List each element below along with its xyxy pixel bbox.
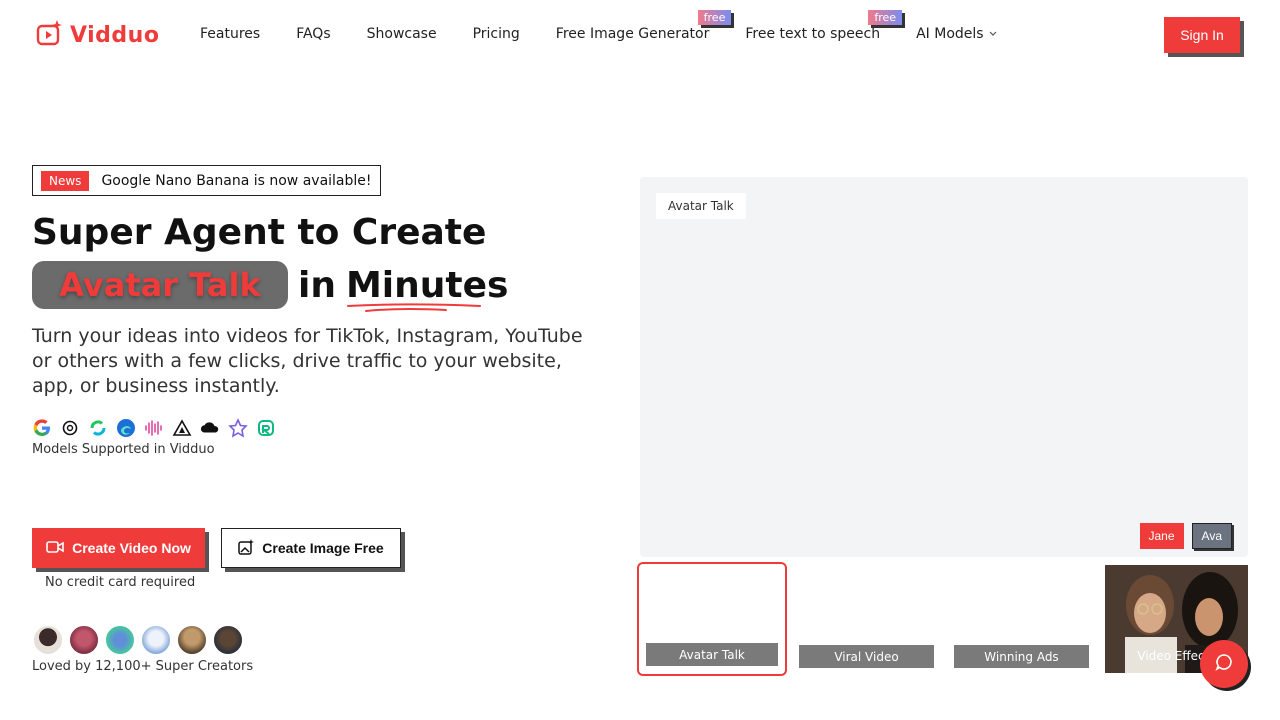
- nav-ai-models[interactable]: AI Models: [916, 26, 997, 42]
- star-icon: [228, 418, 248, 438]
- google-icon: [32, 418, 52, 438]
- nav-pricing[interactable]: Pricing: [473, 26, 520, 42]
- sign-in-button[interactable]: Sign In: [1164, 17, 1240, 53]
- main-nav: Features FAQs Showcase Pricing Free Imag…: [200, 10, 1034, 42]
- avatar: [140, 624, 172, 656]
- create-image-button[interactable]: Create Image Free: [221, 528, 401, 568]
- avatar: [212, 624, 244, 656]
- chevron-down-icon: [988, 26, 998, 42]
- headline-in: in: [298, 264, 336, 306]
- person-selector: Jane Ava: [1139, 523, 1232, 549]
- no-credit-card-note: No credit card required: [45, 575, 196, 590]
- chat-button[interactable]: [1200, 640, 1248, 688]
- avatar: [32, 624, 64, 656]
- headline-rotating-pill: Avatar Talk: [32, 261, 288, 309]
- nav-free-tts[interactable]: Free text to speech free: [745, 10, 903, 42]
- image-sparkle-icon: [238, 538, 255, 558]
- preview-tag: Avatar Talk: [656, 193, 746, 219]
- model-icons-row: [32, 418, 276, 438]
- nav-free-image-generator[interactable]: Free Image Generator free: [555, 10, 732, 42]
- person-jane-button[interactable]: Jane: [1139, 523, 1184, 549]
- headline-minutes: Minutes: [345, 264, 509, 312]
- headline-line1: Super Agent to Create: [32, 212, 487, 253]
- brand-name: Vidduo: [70, 22, 160, 48]
- create-video-label: Create Video Now: [72, 540, 191, 556]
- avatar: [68, 624, 100, 656]
- news-text: Google Nano Banana is now available!: [101, 172, 372, 189]
- kling-icon: [88, 418, 108, 438]
- nav-faqs[interactable]: FAQs: [296, 26, 330, 42]
- creator-avatars: [32, 624, 244, 656]
- news-banner[interactable]: News Google Nano Banana is now available…: [32, 165, 381, 196]
- avatar: [176, 624, 208, 656]
- edge-icon: [116, 418, 136, 438]
- logo-icon: [36, 18, 64, 52]
- thumbnail-winning-ads[interactable]: Winning Ads: [947, 562, 1096, 676]
- audio-wave-icon: [144, 418, 164, 438]
- nav-features[interactable]: Features: [200, 26, 260, 42]
- runway-icon: [256, 418, 276, 438]
- avatar: [104, 624, 136, 656]
- news-tag: News: [41, 170, 90, 191]
- hero-subtitle: Turn your ideas into videos for TikTok, …: [32, 325, 583, 397]
- create-image-label: Create Image Free: [262, 540, 384, 556]
- thumbnail-viral-video[interactable]: Viral Video: [792, 562, 941, 676]
- template-thumbnails: Avatar Talk Viral Video Winning Ads Vide…: [637, 562, 1248, 676]
- free-badge: free: [868, 10, 903, 25]
- create-video-button[interactable]: Create Video Now: [32, 528, 205, 568]
- cloud-icon: [200, 418, 220, 438]
- openai-icon: [60, 418, 80, 438]
- nav-showcase[interactable]: Showcase: [367, 26, 437, 42]
- site-header: Vidduo Features FAQs Showcase Pricing Fr…: [0, 0, 1280, 70]
- headline-minutes-text: Minutes: [345, 264, 509, 306]
- headline-line2: Avatar Talk in Minutes: [32, 261, 509, 312]
- models-caption: Models Supported in Vidduo: [32, 442, 215, 457]
- nav-free-image-generator-label: Free Image Generator: [555, 26, 710, 42]
- brand-logo[interactable]: Vidduo: [36, 18, 159, 52]
- person-ava-button[interactable]: Ava: [1191, 523, 1232, 549]
- thumbnail-avatar-talk[interactable]: Avatar Talk: [637, 562, 787, 676]
- chat-bubble-icon: [1215, 653, 1233, 675]
- thumbnail-label: Avatar Talk: [646, 643, 778, 666]
- video-camera-icon: [46, 540, 64, 557]
- video-preview[interactable]: Avatar Talk Jane Ava: [640, 177, 1248, 557]
- free-badge: free: [697, 10, 732, 25]
- nav-free-tts-label: Free text to speech: [745, 26, 881, 42]
- underline-squiggle-icon: [346, 303, 481, 312]
- nav-ai-models-label: AI Models: [916, 26, 984, 42]
- thumbnail-label: Winning Ads: [954, 645, 1089, 668]
- triangle-icon: [172, 418, 192, 438]
- thumbnail-label: Viral Video: [799, 645, 934, 668]
- loved-by-text: Loved by 12,100+ Super Creators: [32, 659, 254, 674]
